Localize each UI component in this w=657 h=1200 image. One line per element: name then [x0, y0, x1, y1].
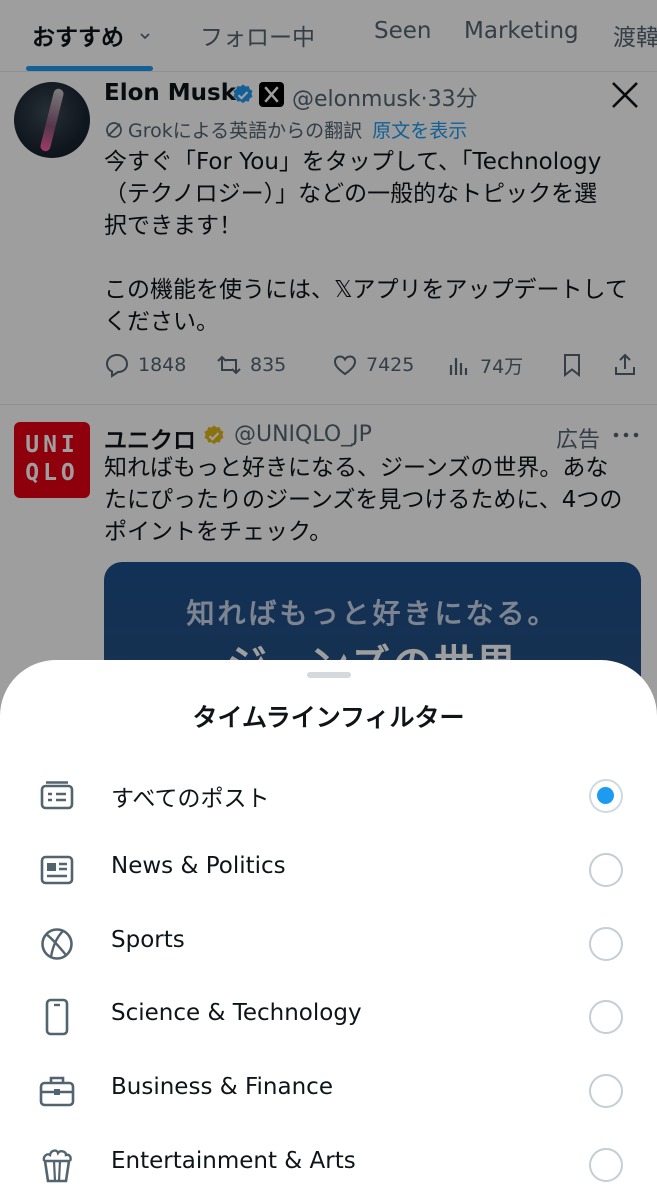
filter-option-all-posts[interactable]: すべてのポスト: [0, 765, 657, 825]
radio-unselected[interactable]: [589, 1074, 623, 1108]
briefcase-icon: [39, 1076, 75, 1107]
option-label: Sports: [111, 927, 185, 953]
radio-selected[interactable]: [589, 779, 623, 813]
radio-unselected[interactable]: [589, 1148, 623, 1182]
news-icon: [40, 855, 74, 885]
filter-option-business-finance[interactable]: Business & Finance: [0, 1060, 657, 1120]
option-label: すべてのポスト: [111, 786, 270, 812]
timeline-filter-sheet: タイムラインフィルター すべてのポスト News & Politics Spor…: [0, 660, 657, 1200]
feed-icon: [40, 781, 74, 810]
sheet-title: タイムラインフィルター: [192, 703, 465, 732]
radio-unselected[interactable]: [589, 853, 623, 887]
ball-icon: [41, 928, 73, 960]
filter-option-sports[interactable]: Sports: [0, 913, 657, 973]
option-label: News & Politics: [111, 853, 286, 879]
radio-unselected[interactable]: [589, 1000, 623, 1034]
radio-unselected[interactable]: [589, 927, 623, 961]
sheet-grabber[interactable]: [307, 672, 351, 678]
filter-option-entertainment-arts[interactable]: Entertainment & Arts: [0, 1134, 657, 1194]
phone-icon: [45, 998, 69, 1036]
filter-option-news-politics[interactable]: News & Politics: [0, 839, 657, 899]
filter-option-science-technology[interactable]: Science & Technology: [0, 986, 657, 1046]
option-label: Science & Technology: [111, 1000, 362, 1026]
option-label: Entertainment & Arts: [111, 1148, 356, 1174]
popcorn-icon: [42, 1149, 72, 1183]
option-label: Business & Finance: [111, 1074, 333, 1100]
